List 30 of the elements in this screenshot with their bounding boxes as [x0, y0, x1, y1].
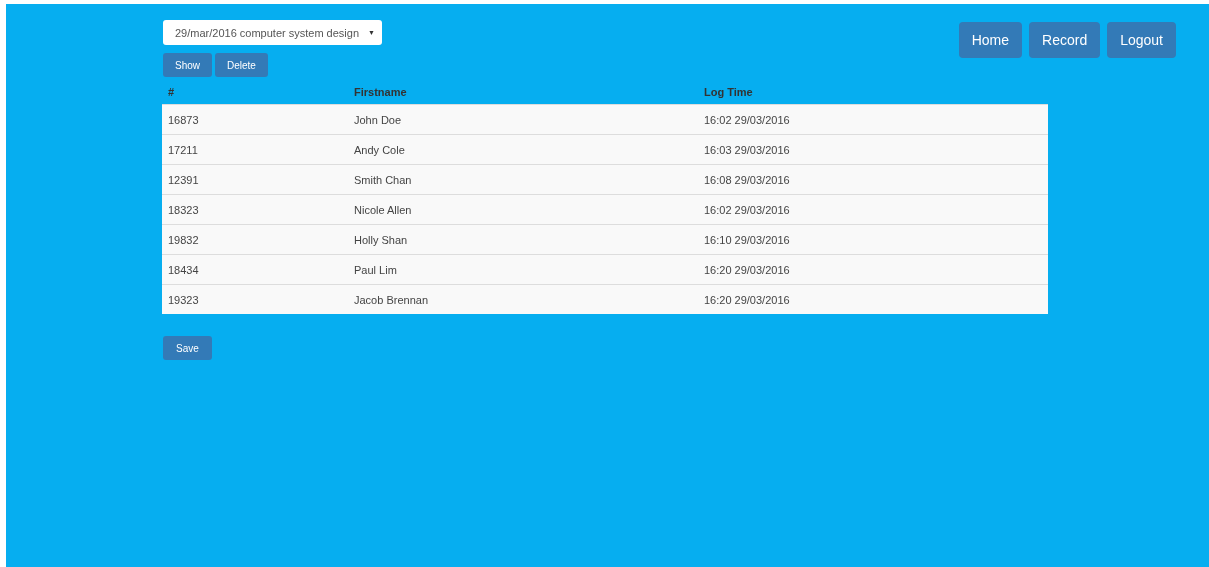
table-cell: Andy Cole [348, 134, 698, 165]
action-button[interactable]: Show [163, 53, 212, 77]
table-cell: 18434 [162, 254, 348, 285]
table-cell: 16:20 29/03/2016 [698, 284, 1048, 314]
table-cell: Paul Lim [348, 254, 698, 285]
nav-button[interactable]: Record [1029, 22, 1101, 58]
column-header: Log Time [698, 81, 1048, 105]
table-cell: 16:02 29/03/2016 [698, 104, 1048, 135]
nav-button[interactable]: Home [958, 22, 1023, 58]
table-cell: 12391 [162, 164, 348, 195]
table-cell: Jacob Brennan [348, 284, 698, 314]
column-header: Firstname [348, 81, 698, 105]
action-button[interactable]: Delete [215, 53, 268, 77]
table-cell: 16873 [162, 104, 348, 135]
table-cell: 17211 [162, 134, 348, 165]
table-cell: 19832 [162, 224, 348, 255]
column-header: # [162, 81, 348, 105]
table-cell: 16:10 29/03/2016 [698, 224, 1048, 255]
save-button[interactable]: Save [163, 336, 212, 360]
table-cell: 16:03 29/03/2016 [698, 134, 1048, 165]
table-cell: Smith Chan [348, 164, 698, 195]
table-cell: 16:08 29/03/2016 [698, 164, 1048, 195]
table-cell: 18323 [162, 194, 348, 225]
table-cell: John Doe [348, 104, 698, 135]
table-cell: Nicole Allen [348, 194, 698, 225]
table-cell: Holly Shan [348, 224, 698, 255]
nav-button[interactable]: Logout [1107, 22, 1176, 58]
table-cell: 16:02 29/03/2016 [698, 194, 1048, 225]
table-cell: 19323 [162, 284, 348, 314]
table-cell: 16:20 29/03/2016 [698, 254, 1048, 285]
